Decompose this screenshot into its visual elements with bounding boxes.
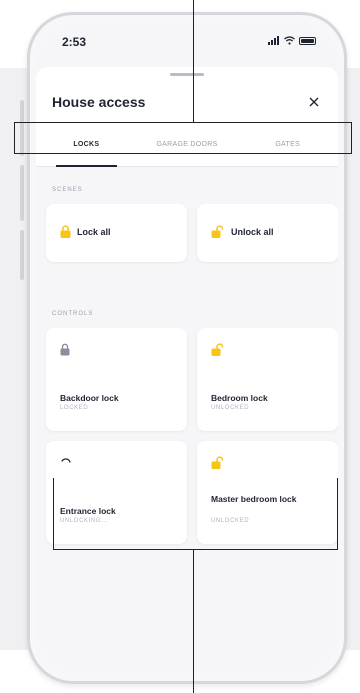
side-rail	[20, 100, 24, 156]
tab-gates[interactable]: GATES	[237, 129, 338, 166]
sheet-grabber[interactable]	[170, 73, 204, 76]
side-rail	[20, 230, 24, 280]
side-rail	[20, 165, 24, 221]
control-icon	[60, 456, 72, 474]
annotation-line	[53, 549, 338, 550]
tab-bar: LOCKS GARAGE DOORS GATES	[36, 129, 338, 167]
wifi-icon	[284, 36, 295, 45]
sheet-header: House access LOCKS GARAGE DOORS GATES	[36, 67, 338, 167]
annotation-line	[337, 478, 338, 550]
tab-locks[interactable]: LOCKS	[36, 129, 137, 167]
padlock-closed-icon	[60, 225, 71, 238]
control-icon	[60, 343, 70, 361]
padlock-open-icon	[211, 343, 224, 356]
section-label-controls: CONTROLS	[52, 311, 94, 317]
annotation-line	[193, 0, 194, 122]
page-title: House access	[52, 94, 146, 110]
section-label-scenes: SCENES	[52, 187, 83, 193]
battery-icon	[299, 36, 316, 45]
padlock-closed-icon	[60, 343, 70, 356]
scene-label: Lock all	[77, 226, 111, 237]
scene-card-lock-all[interactable]: Lock all	[46, 204, 187, 262]
control-card-entrance-lock[interactable]: Entrance lock UNLOCKING...	[46, 441, 187, 544]
control-status: UNLOCKING...	[60, 518, 108, 524]
tab-garage-doors[interactable]: GARAGE DOORS	[137, 129, 238, 166]
scene-content: Unlock all	[211, 225, 274, 238]
padlock-open-icon	[211, 456, 224, 469]
control-card-backdoor-lock[interactable]: Backdoor lock LOCKED	[46, 328, 187, 431]
close-button[interactable]	[304, 92, 324, 112]
phone-screen: 2:53 House access LOCKS GARAGE DOORS GAT…	[36, 21, 338, 675]
control-icon	[211, 343, 225, 361]
control-name: Entrance lock	[60, 506, 116, 516]
loading-spinner-icon	[61, 458, 71, 463]
signal-icon	[268, 36, 280, 45]
annotation-line	[53, 478, 54, 550]
scene-content: Lock all	[60, 225, 111, 238]
control-status: UNLOCKED	[211, 518, 250, 524]
control-card-bedroom-lock[interactable]: Bedroom lock UNLOCKED	[197, 328, 338, 431]
scene-card-unlock-all[interactable]: Unlock all	[197, 204, 338, 262]
annotation-line	[14, 122, 15, 154]
control-icon	[211, 456, 225, 474]
control-name: Backdoor lock	[60, 393, 119, 403]
padlock-open-icon	[211, 225, 224, 238]
close-icon	[309, 97, 319, 107]
control-name: Master bedroom lock	[211, 494, 297, 504]
phone-frame: 2:53 House access LOCKS GARAGE DOORS GAT…	[27, 12, 347, 684]
control-name: Bedroom lock	[211, 393, 268, 403]
control-status: UNLOCKED	[211, 405, 250, 411]
annotation-line	[351, 122, 352, 154]
status-time: 2:53	[62, 35, 87, 49]
annotation-line	[14, 122, 352, 123]
scene-label: Unlock all	[231, 226, 274, 237]
bottom-sheet: House access LOCKS GARAGE DOORS GATES SC…	[36, 67, 338, 675]
status-bar: 2:53	[36, 21, 338, 61]
control-status: LOCKED	[60, 405, 89, 411]
annotation-line	[193, 549, 194, 693]
status-icons	[268, 36, 316, 45]
annotation-line	[14, 153, 352, 154]
control-card-master-bedroom-lock[interactable]: Master bedroom lock UNLOCKED	[197, 441, 338, 544]
